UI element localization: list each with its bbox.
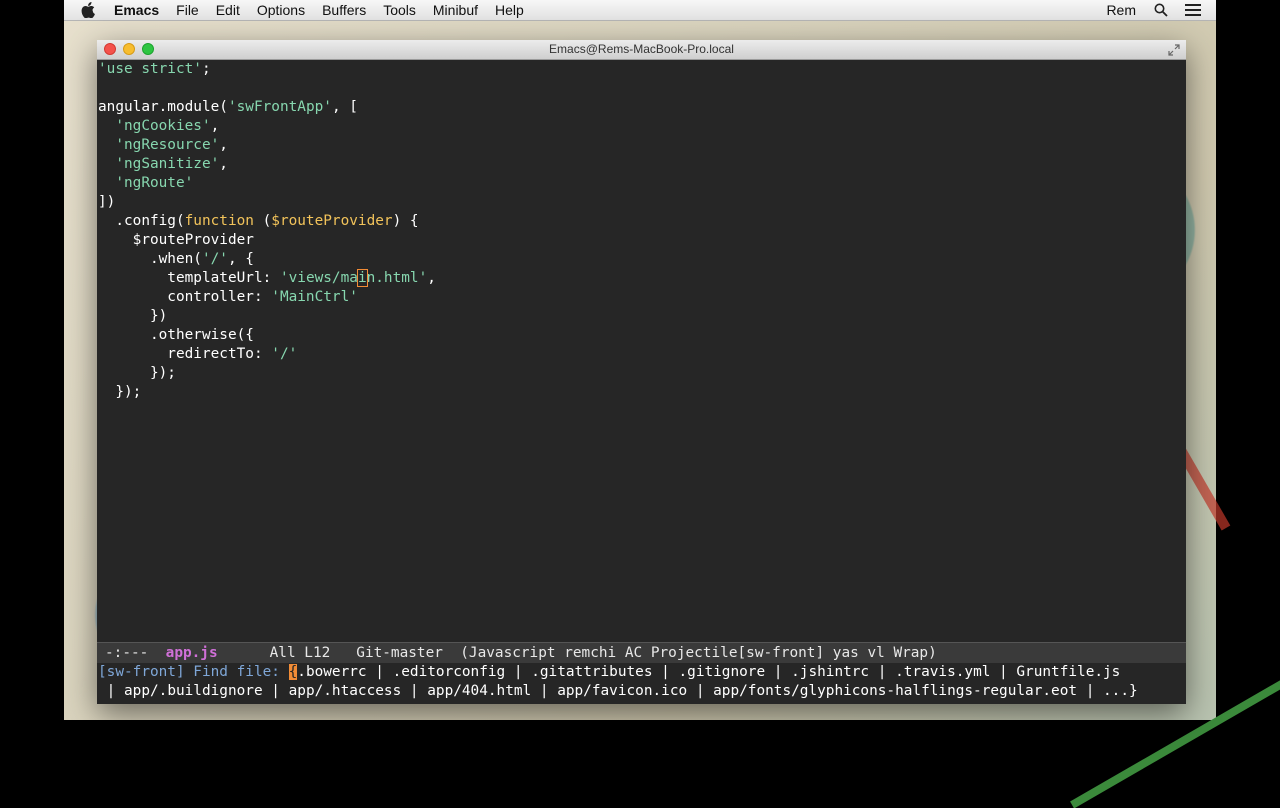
letterbox-right [1216,0,1280,720]
code-line: }); [97,364,1186,383]
zoom-window-button[interactable] [142,43,154,55]
minibuffer-prompt: [sw-front] Find file: [98,664,289,680]
code-token: templateUrl: [98,270,280,286]
letterbox-left [0,0,64,720]
code-token: ; [201,61,211,77]
window-titlebar[interactable]: Emacs@Rems-MacBook-Pro.local [97,40,1186,60]
code-token: , [219,156,228,172]
mac-menu-bar: Emacs File Edit Options Buffers Tools Mi… [64,0,1216,21]
list-icon[interactable] [1184,2,1202,18]
code-token: , { [227,251,254,267]
code-token: 'ngSanitize' [115,156,220,172]
menu-tools[interactable]: Tools [383,0,416,20]
apple-icon[interactable] [80,2,96,18]
code-token: '/' [271,346,298,362]
code-token: 'ngCookies' [115,118,211,134]
emacs-window: Emacs@Rems-MacBook-Pro.local 'use strict… [97,40,1186,704]
code-token: '/' [201,251,228,267]
code-token: n.html' [366,270,428,286]
code-line: 'ngResource', [97,136,1186,155]
mode-line: -:--- app.js All L12 Git-master (Javascr… [97,642,1186,663]
code-token: .config( [98,213,185,229]
code-token: , [ [331,99,358,115]
minimize-window-button[interactable] [123,43,135,55]
minibuffer-completions[interactable]: .bowerrc | .editorconfig | .gitattribute… [297,664,1120,680]
code-token: $routeProvider [271,213,393,229]
code-token: .otherwise({ [98,327,254,343]
minibuffer-line: | app/.buildignore | app/.htaccess | app… [97,682,1186,701]
menu-minibuf[interactable]: Minibuf [433,0,478,20]
search-icon[interactable] [1152,2,1170,18]
modeline-position: All L12 [269,645,331,661]
minibuffer-line: [sw-front] Find file: {.bowerrc | .edito… [97,663,1186,682]
code-token: }) [98,308,168,324]
code-line: }) [97,307,1186,326]
code-line: 'ngCookies', [97,117,1186,136]
code-token: function [184,213,254,229]
minibuffer[interactable]: [sw-front] Find file: {.bowerrc | .edito… [97,663,1186,704]
code-token: 'use strict' [98,61,202,77]
code-token: .when( [98,251,202,267]
menu-buffers[interactable]: Buffers [322,0,366,20]
code-line: .config(function ($routeProvider) { [97,212,1186,231]
code-token: controller: [98,289,272,305]
menu-user-name[interactable]: Rem [1106,2,1136,18]
code-line: ]) [97,193,1186,212]
code-token: 'views/ma [279,270,358,286]
minibuffer-cursor: { [288,664,298,680]
code-line: 'ngSanitize', [97,155,1186,174]
modeline-buffer-name[interactable]: app.js [166,645,218,661]
menu-edit[interactable]: Edit [216,0,240,20]
menu-app-name[interactable]: Emacs [114,0,159,20]
code-line: $routeProvider [97,231,1186,250]
window-title: Emacs@Rems-MacBook-Pro.local [549,42,734,56]
code-token: , [210,118,220,134]
code-line: controller: 'MainCtrl' [97,288,1186,307]
code-token: }); [98,384,142,400]
menu-file[interactable]: File [176,0,199,20]
code-token: }); [98,365,176,381]
code-token: $routeProvider [98,232,254,248]
code-line: redirectTo: '/' [97,345,1186,364]
code-line: 'ngRoute' [97,174,1186,193]
text-cursor: i [356,269,368,287]
code-line: .when('/', { [97,250,1186,269]
code-token: , [219,137,228,153]
code-token: redirectTo: [98,346,272,362]
code-token: ]) [98,194,116,210]
minibuffer-completions[interactable]: | app/.buildignore | app/.htaccess | app… [107,683,1138,699]
code-token: ( [253,213,272,229]
code-line: 'use strict'; [97,60,1186,79]
code-token: 'MainCtrl' [271,289,358,305]
code-editor[interactable]: 'use strict'; angular.module('swFrontApp… [97,60,1186,642]
code-token: 'ngRoute' [115,175,194,191]
code-line: }); [97,383,1186,402]
modeline-status: -:--- [105,645,149,661]
modeline-vc[interactable]: Git-master [356,645,443,661]
code-line: .otherwise({ [97,326,1186,345]
menu-help[interactable]: Help [495,0,524,20]
code-line: angular.module('swFrontApp', [ [97,98,1186,117]
code-line: templateUrl: 'views/main.html', [97,269,1186,288]
fullscreen-icon[interactable] [1168,43,1180,56]
code-token: 'ngResource' [115,137,220,153]
code-token: angular.module( [98,99,228,115]
close-window-button[interactable] [104,43,116,55]
code-token: 'swFrontApp' [227,99,332,115]
menu-options[interactable]: Options [257,0,305,20]
modeline-modes[interactable]: (Javascript remchi AC Projectile[sw-fron… [460,645,937,661]
code-token: , [427,270,436,286]
code-token: ) { [392,213,419,229]
